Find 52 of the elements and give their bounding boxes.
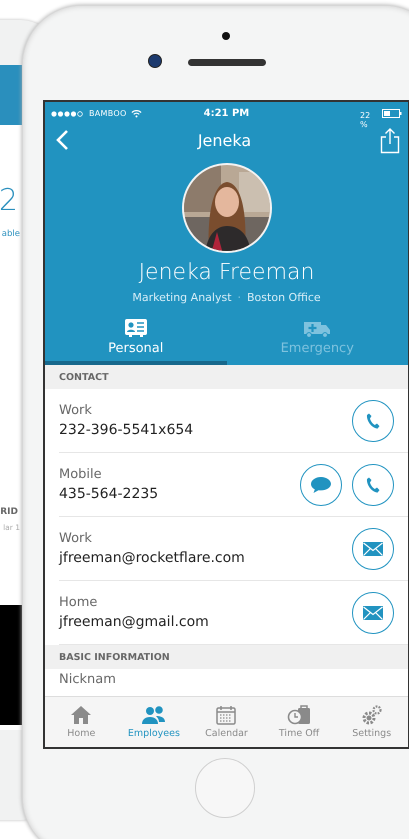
speaker-icon [188,59,266,66]
clock-time: 4:21 PM [204,108,250,119]
battery-percent: 22 % [360,110,372,128]
people-icon [142,705,166,725]
stopwatch-suitcase-icon [287,705,312,725]
back-icon[interactable] [55,129,69,151]
battery-icon [382,109,402,118]
field-label: Work [59,531,93,546]
job-title: Marketing Analyst [132,291,232,304]
chat-bubble-icon [310,476,332,494]
field-value: jfreeman@gmail.com [59,614,209,630]
nav-tab[interactable]: Settings [335,697,408,747]
field-value: jfreeman@rocketflare.com [59,550,245,566]
camera-icon [148,54,162,68]
carrier-name: BAMBOO [89,109,127,118]
envelope-icon [363,606,383,620]
employee-name: Jeneka Freeman [138,260,314,285]
profile-tab[interactable]: Emergency [226,316,408,365]
nav-tab[interactable]: Employees [118,697,190,747]
envelope-icon [363,542,383,556]
nav-tab[interactable]: Calendar [190,697,263,747]
cut-off-text: RID [0,507,18,517]
separator-dot: · [238,291,242,304]
email-button[interactable] [352,592,394,634]
section-title: CONTACT [59,372,109,382]
signal-icon [51,110,85,116]
field-label: Mobile [59,467,103,482]
phone-icon [365,412,381,430]
field-label: Work [59,403,93,418]
field-label: Home [59,595,98,610]
cut-off-text: 2 [0,183,18,218]
nav-tab[interactable]: Time Off [262,697,336,747]
field-label: Nicknam [59,672,116,687]
email-button[interactable] [352,528,394,570]
call-button[interactable] [352,400,394,442]
message-button[interactable] [300,464,342,506]
cut-off-text: able [2,229,20,239]
field-value: 232-396-5541x654 [59,422,194,438]
field-value: 435-564-2235 [59,486,158,502]
share-icon[interactable] [380,126,400,154]
gears-icon [360,705,383,725]
nav-tab[interactable]: Home [45,697,118,747]
office-location: Boston Office [247,291,321,304]
wifi-icon [130,109,142,118]
calendar-icon [216,705,236,725]
section-title: BASIC INFORMATION [59,652,170,662]
id-card-icon [124,318,148,338]
screen-title: Jeneka [198,130,252,150]
sensor-icon [222,32,230,40]
call-button[interactable] [352,464,394,506]
house-icon [70,705,92,725]
phone-icon [365,476,381,494]
